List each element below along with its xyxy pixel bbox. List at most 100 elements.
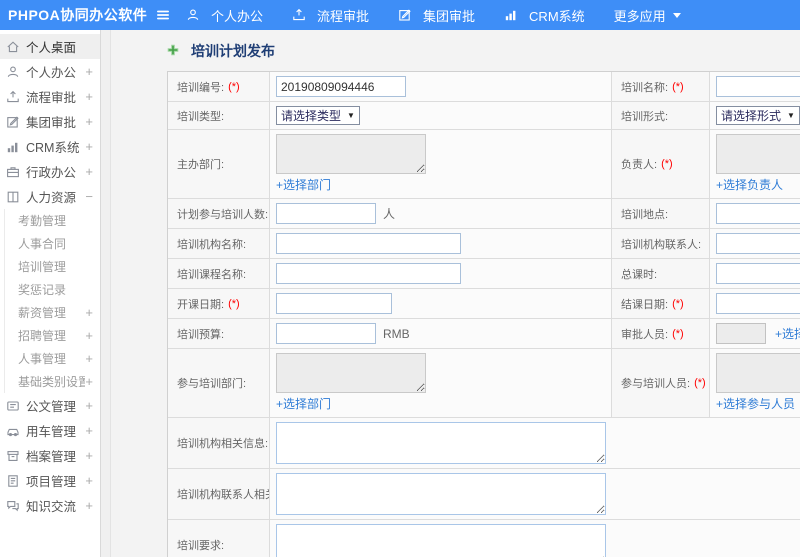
leader-textarea[interactable] xyxy=(716,134,800,174)
join-department-textarea[interactable] xyxy=(276,353,426,393)
expand-toggle[interactable]: + xyxy=(85,398,93,413)
training-name-input[interactable] xyxy=(716,76,800,97)
chat-icon xyxy=(6,499,20,513)
sidebar-item[interactable]: 公文管理 + xyxy=(0,393,100,418)
sidebar-item[interactable]: 个人桌面 xyxy=(0,34,100,59)
approve-icon xyxy=(398,8,412,22)
sidebar-item[interactable]: 流程审批 + xyxy=(0,84,100,109)
start-date-input[interactable] xyxy=(276,293,392,314)
select-participants-link[interactable]: +选择参与人员 xyxy=(716,397,795,411)
field-label: 开课日期: (*) xyxy=(168,289,270,318)
expand-toggle[interactable]: + xyxy=(85,328,93,343)
field-label: 培训机构联系人相关信息: xyxy=(168,469,270,519)
flow-icon xyxy=(6,90,20,104)
field-cell xyxy=(270,469,800,519)
sidebar-item[interactable]: 个人办公 + xyxy=(0,59,100,84)
expand-toggle[interactable]: + xyxy=(85,114,93,129)
sidebar-subitem-label: 人事合同 xyxy=(18,237,67,251)
expand-toggle[interactable]: + xyxy=(85,351,93,366)
form-row: 培训机构联系人相关信息: xyxy=(168,469,800,520)
field-label: 培训课程名称: xyxy=(168,259,270,288)
sidebar-item-label: 项目管理 xyxy=(26,475,77,489)
chart-icon xyxy=(504,8,518,22)
approver-input[interactable] xyxy=(716,323,766,344)
org-name-input[interactable] xyxy=(276,233,461,254)
page-title: 培训计划发布 xyxy=(191,43,275,59)
field-label: 结课日期: (*) xyxy=(612,289,710,318)
sidebar-subitem[interactable]: 基础类别设置 + xyxy=(5,370,100,393)
field-cell: RMB xyxy=(270,319,612,348)
field-cell: +选择参与人员 xyxy=(710,349,800,417)
topnav-label: 集团审批 xyxy=(423,8,476,24)
sidebar: 个人桌面 个人办公 + 流程审批 + 集团审批 + CRM系统 + 行政办公 + 人力资源 − 考勤管理人… xyxy=(0,30,101,557)
host-department-textarea[interactable] xyxy=(276,134,426,174)
select-leader-link[interactable]: +选择负责人 xyxy=(716,178,783,192)
course-name-input[interactable] xyxy=(276,263,461,284)
sidebar-subitem-label: 招聘管理 xyxy=(18,329,67,343)
form-row: 培训预算: RMB 审批人员:(*) +选择审批人员 xyxy=(168,319,800,349)
expand-toggle[interactable]: + xyxy=(85,164,93,179)
sidebar-item[interactable]: 项目管理 + xyxy=(0,468,100,493)
org-contact-input[interactable] xyxy=(716,233,800,254)
select-department-link[interactable]: +选择部门 xyxy=(276,178,331,192)
topnav-item[interactable]: CRM系统 xyxy=(504,6,585,25)
sidebar-subitem[interactable]: 培训管理 xyxy=(5,255,100,278)
sidebar-item[interactable]: 行政办公 + xyxy=(0,159,100,184)
expand-toggle[interactable]: + xyxy=(85,64,93,79)
field-label: 培训名称: (*) xyxy=(612,72,710,101)
form-row: 开课日期: (*) 结课日期: (*) xyxy=(168,289,800,319)
field-cell: +选择部门 xyxy=(270,349,612,417)
sidebar-subitem[interactable]: 薪资管理 + xyxy=(5,301,100,324)
field-cell: 请选择形式 ▼ xyxy=(710,102,800,129)
sidebar-subitem[interactable]: 考勤管理 xyxy=(5,209,100,232)
form-row: 主办部门: +选择部门 负责人: (*) +选择负责人 xyxy=(168,130,800,199)
budget-input[interactable] xyxy=(276,323,376,344)
training-requirements-textarea[interactable] xyxy=(276,524,606,557)
join-personnel-textarea[interactable] xyxy=(716,353,800,393)
expand-toggle[interactable]: + xyxy=(85,498,93,513)
org-info-textarea[interactable] xyxy=(276,422,606,464)
sidebar-subitem[interactable]: 招聘管理 + xyxy=(5,324,100,347)
sidebar-item[interactable]: 集团审批 + xyxy=(0,109,100,134)
home-icon xyxy=(6,40,20,54)
expand-toggle[interactable]: − xyxy=(85,189,93,204)
sidebar-item[interactable]: 用车管理 + xyxy=(0,418,100,443)
sidebar-subitem[interactable]: 人事管理 + xyxy=(5,347,100,370)
field-label: 审批人员: (*) xyxy=(612,319,710,348)
org-contact-info-textarea[interactable] xyxy=(276,473,606,515)
app-logo[interactable]: PHPOA协同办公软件 xyxy=(8,5,148,25)
select-approver-link[interactable]: +选择审批人员 xyxy=(775,325,800,342)
expand-toggle[interactable]: + xyxy=(85,473,93,488)
sidebar-scrollbar[interactable] xyxy=(101,30,111,557)
required-mark: (*) xyxy=(661,158,673,170)
sidebar-item[interactable]: 人力资源 − xyxy=(0,184,100,209)
sidebar-item-label: 行政办公 xyxy=(26,166,77,180)
expand-toggle[interactable]: + xyxy=(85,139,93,154)
sidebar-item[interactable]: 档案管理 + xyxy=(0,443,100,468)
expand-toggle[interactable]: + xyxy=(85,89,93,104)
sidebar-subitem[interactable]: 人事合同 xyxy=(5,232,100,255)
topnav-item[interactable]: 个人办公 xyxy=(186,6,263,25)
training-location-input[interactable] xyxy=(716,203,800,224)
sidebar-item[interactable]: CRM系统 + xyxy=(0,134,100,159)
expand-toggle[interactable]: + xyxy=(85,448,93,463)
topnav-item[interactable]: 流程审批 xyxy=(292,6,369,25)
expand-toggle[interactable]: + xyxy=(85,305,93,320)
end-date-input[interactable] xyxy=(716,293,800,314)
participant-count-input[interactable] xyxy=(276,203,376,224)
topnav-item[interactable]: 更多应用 xyxy=(614,6,681,25)
topnav-item[interactable]: 集团审批 xyxy=(398,6,475,25)
required-mark: (*) xyxy=(228,297,240,310)
sidebar-subitem[interactable]: 奖惩记录 xyxy=(5,278,100,301)
sidebar-item[interactable]: 知识交流 + xyxy=(0,493,100,518)
select-join-department-link[interactable]: +选择部门 xyxy=(276,397,331,411)
total-hours-input[interactable] xyxy=(716,263,800,284)
menu-toggle-icon[interactable] xyxy=(156,8,170,22)
app-shell: 个人桌面 个人办公 + 流程审批 + 集团审批 + CRM系统 + 行政办公 + 人力资源 − 考勤管理人… xyxy=(0,30,800,557)
training-form-select[interactable]: 请选择形式 ▼ xyxy=(716,106,800,125)
select-value: 请选择类型 xyxy=(281,109,342,123)
expand-toggle[interactable]: + xyxy=(85,423,93,438)
expand-toggle[interactable]: + xyxy=(85,374,93,389)
training-number-input[interactable] xyxy=(276,76,406,97)
training-type-select[interactable]: 请选择类型 ▼ xyxy=(276,106,360,125)
